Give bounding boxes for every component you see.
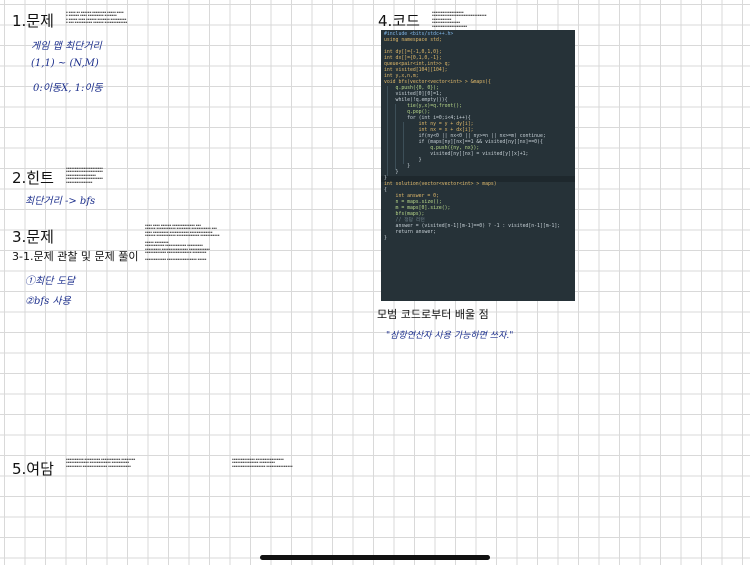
indent-guide <box>403 122 404 164</box>
section-4-title: 4.코드 <box>378 12 420 30</box>
section-5-notes: ▪▪▪▪▪▪▪▪▪▪ ▪▪▪▪▪▪▪▪▪ ▪▪▪▪▪▪▪▪▪▪▪ ▪▪▪▪▪▪▪… <box>66 458 136 468</box>
section-1-notes: ▪ ▪▪▪▪ ▪▪ ▪▪▪▪▪▪ ▪▪▪▪▪▪▪▪ ▪▪▪▪▪ ▪▪▪▪ ▪ ▪▪… <box>66 11 128 25</box>
section-3-subtitle: 3-1.문제 관찰 및 문제 풀이 <box>12 250 139 263</box>
handwriting-s1-line3: 0:이동X, 1:이동 <box>33 83 103 94</box>
code-line: using namespace std; <box>384 38 442 43</box>
handwriting-s1-line1: 게임 맵 최단거리 <box>31 41 102 52</box>
section-5-notes-right: ▪▪▪▪▪▪▪▪▪▪▪▪▪ ▪▪▪▪▪▪▪▪▪▪▪▪▪▪▪▪ ▪▪▪▪▪▪▪▪▪▪… <box>232 458 293 468</box>
section-3-title: 3.문제 <box>12 228 54 246</box>
home-indicator-bar[interactable] <box>260 555 490 560</box>
handwriting-s3-line2: ②bfs 사용 <box>25 296 71 307</box>
handwriting-learn-line1: "삼항연산자 사용 가능하면 쓰자." <box>386 331 514 341</box>
section-3-notes: ▪▪▪▪ ▪▪▪▪ ▪▪▪▪▪▪ ▪▪▪▪▪▪▪▪▪▪▪▪▪ ▪▪▪ ▪▪▪▪▪▪… <box>145 224 220 262</box>
section-2-notes: ▪▪▪▪▪▪▪▪▪▪▪▪▪▪▪▪▪▪▪▪▪ ▪▪▪▪▪▪▪▪▪▪▪▪▪▪▪▪▪▪▪… <box>66 167 103 184</box>
code-screenshot: #include <bits/stdc++.h> using namespace … <box>381 30 575 301</box>
indent-guide <box>387 86 388 176</box>
section-2-title: 2.힌트 <box>12 169 54 187</box>
section-1-title: 1.문제 <box>12 12 54 30</box>
section-4-notes: ▪▪▪▪▪▪▪▪▪▪▪▪▪▪▪▪▪▪ ▪▪▪▪▪▪▪▪▪▪▪▪▪▪▪▪▪▪▪▪▪▪… <box>432 11 487 28</box>
code-line: } <box>384 236 387 241</box>
handwriting-s1-line2: (1,1) ~ (N,M) <box>31 58 99 69</box>
code-line: int solution(vector<vector<int> > maps) <box>384 182 497 187</box>
code-line: return answer; <box>384 230 436 235</box>
section-5-title: 5.여담 <box>12 460 54 478</box>
indent-guide <box>395 104 396 170</box>
grid-paper-page: 1.문제 ▪ ▪▪▪▪ ▪▪ ▪▪▪▪▪▪ ▪▪▪▪▪▪▪▪ ▪▪▪▪▪ ▪▪▪… <box>0 0 750 565</box>
learning-title: 모범 코드로부터 배울 점 <box>377 308 489 321</box>
handwriting-s2-line1: 최단거리 -> bfs <box>25 196 96 207</box>
handwriting-s3-line1: ①최단 도달 <box>25 276 75 287</box>
